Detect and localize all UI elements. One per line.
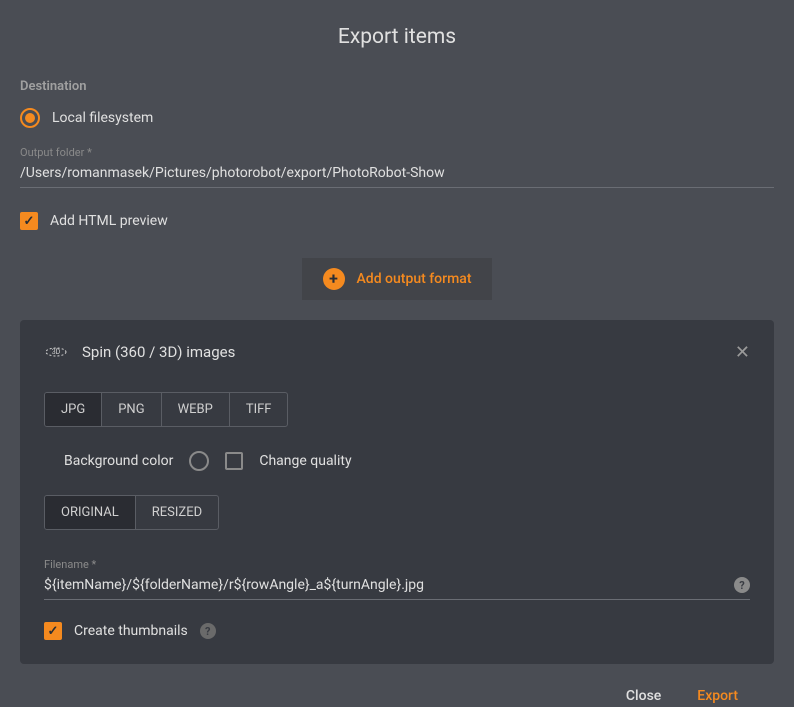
plus-icon: +	[323, 268, 345, 290]
format-toggle-group: JPG PNG WEBP TIFF	[44, 392, 288, 427]
dialog-title: Export items	[0, 0, 794, 79]
format-tiff-button[interactable]: TIFF	[229, 393, 288, 426]
size-toggle-group: ORIGINAL RESIZED	[44, 495, 219, 530]
spin-3d-icon: 3D	[44, 340, 68, 364]
output-format-panel: 3D Spin (360 / 3D) images ✕ JPG PNG WEBP…	[20, 320, 774, 664]
change-quality-checkbox[interactable]	[225, 452, 243, 470]
radio-selected-icon	[20, 108, 40, 128]
close-panel-icon[interactable]: ✕	[735, 342, 750, 363]
add-html-preview-label: Add HTML preview	[50, 213, 168, 229]
export-button[interactable]: Export	[697, 688, 738, 704]
format-jpg-button[interactable]: JPG	[45, 393, 101, 426]
panel-title: Spin (360 / 3D) images	[82, 343, 235, 361]
create-thumbnails-row[interactable]: ✓ Create thumbnails ?	[44, 622, 750, 640]
background-color-label: Background color	[64, 453, 173, 469]
filename-input[interactable]	[44, 573, 750, 600]
add-output-format-label: Add output format	[357, 271, 472, 287]
add-output-format-button[interactable]: + Add output format	[302, 258, 492, 300]
background-color-swatch[interactable]	[189, 451, 209, 471]
output-folder-label: Output folder *	[20, 146, 774, 159]
thumbnails-help-icon[interactable]: ?	[200, 623, 216, 639]
format-png-button[interactable]: PNG	[101, 393, 160, 426]
close-button[interactable]: Close	[626, 688, 661, 704]
svg-text:3D: 3D	[52, 348, 61, 356]
destination-option-label: Local filesystem	[52, 110, 153, 126]
format-webp-button[interactable]: WEBP	[161, 393, 229, 426]
size-original-button[interactable]: ORIGINAL	[45, 496, 135, 529]
filename-help-icon[interactable]: ?	[734, 577, 750, 593]
add-html-preview-row[interactable]: ✓ Add HTML preview	[20, 212, 774, 230]
filename-label: Filename *	[44, 558, 750, 571]
change-quality-label: Change quality	[259, 453, 351, 469]
size-resized-button[interactable]: RESIZED	[135, 496, 218, 529]
create-thumbnails-label: Create thumbnails	[74, 623, 188, 639]
destination-label: Destination	[20, 79, 774, 94]
checkbox-checked-icon: ✓	[44, 622, 62, 640]
checkbox-checked-icon: ✓	[20, 212, 38, 230]
destination-radio-local[interactable]: Local filesystem	[20, 108, 774, 128]
output-folder-input[interactable]	[20, 161, 774, 188]
